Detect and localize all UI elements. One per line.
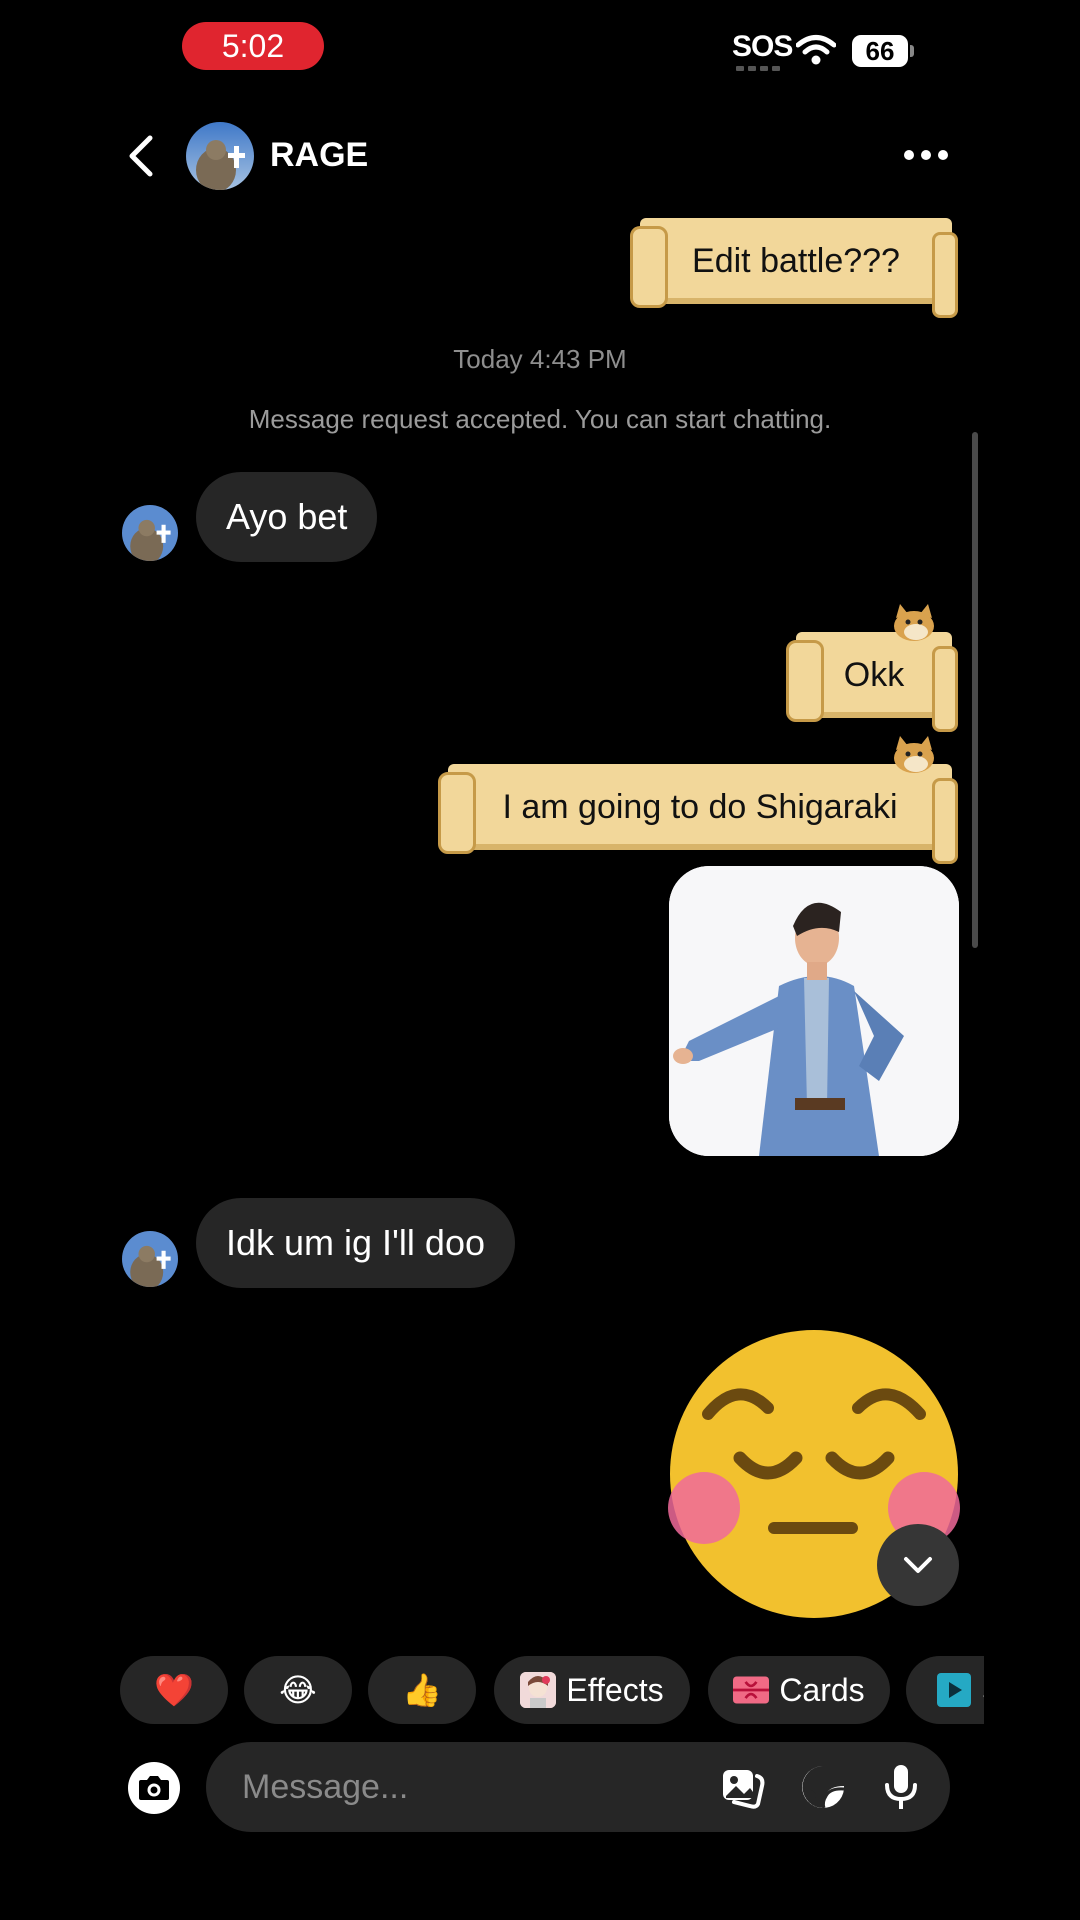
microphone-button[interactable] [876,1762,926,1812]
message-text: Idk um ig I'll doo [226,1222,485,1263]
cards-label: Cards [779,1671,865,1708]
message-text: Ayo bet [226,496,348,537]
doge-sticker-icon [894,604,934,641]
doge-sticker-icon [894,736,934,773]
more-icon[interactable] [904,150,948,162]
cards-button[interactable]: Cards [708,1656,890,1724]
reaction-heart-button[interactable]: ❤️ [120,1656,228,1724]
cards-icon [733,1672,770,1708]
quick-reactions-row[interactable]: ❤️ 😂 👍 Effects Cards S [120,1656,984,1724]
effects-icon [520,1672,557,1708]
chevron-down-icon [904,1557,932,1573]
reaction-thumbs-up-button[interactable]: 👍 [368,1656,476,1724]
camera-icon [139,1776,169,1800]
microphone-icon [885,1765,917,1809]
contact-name[interactable]: RAGE [270,136,368,175]
laugh-emoji-icon: 😂 [279,1672,317,1708]
sos-indicator: SOS [732,30,793,63]
sticker-icon [802,1766,845,1809]
status-time: 5:02 [182,22,324,70]
message-out-edit-battle[interactable]: Edit battle??? [630,218,958,318]
heart-icon: ❤️ [154,1672,194,1708]
partial-chip-button[interactable]: S [906,1656,984,1724]
wifi-icon [796,35,836,65]
reaction-laugh-button[interactable]: 😂 [244,1656,352,1724]
message-timestamp: Today 4:43 PM [453,344,627,374]
avatar[interactable] [122,1231,178,1287]
camera-button[interactable] [128,1762,180,1814]
effects-button[interactable]: Effects [494,1656,690,1724]
effects-label: Effects [566,1671,664,1708]
scrollbar[interactable] [972,432,978,948]
avatar[interactable] [186,122,254,190]
system-message: Message request accepted. You can start … [248,404,832,434]
sticker-button[interactable] [798,1762,848,1812]
play-icon [936,1672,972,1708]
message-text: Edit battle??? [692,241,900,280]
gallery-button[interactable] [718,1762,768,1812]
message-in-bubble[interactable]: Idk um ig I'll doo [196,1198,515,1288]
gallery-icon [723,1770,765,1809]
battery-tip [910,45,914,57]
message-input[interactable] [242,1760,682,1814]
message-in-bubble[interactable]: Ayo bet [196,472,378,562]
photo-message[interactable] [669,866,959,1156]
signal-dots [736,66,780,72]
scroll-to-bottom-button[interactable] [877,1524,959,1606]
partial-chip-label: S [982,1672,984,1709]
message-text: Okk [843,655,905,694]
battery-level: 66 [852,35,908,67]
message-composer[interactable] [206,1742,950,1832]
message-text: I am going to do Shigaraki [502,787,898,826]
message-out-okk[interactable]: Okk [786,632,958,732]
avatar[interactable] [122,505,178,561]
chevron-left-icon[interactable] [122,134,162,178]
thumbs-up-icon: 👍 [402,1672,442,1708]
message-out-shigaraki[interactable]: I am going to do Shigaraki [438,764,958,864]
